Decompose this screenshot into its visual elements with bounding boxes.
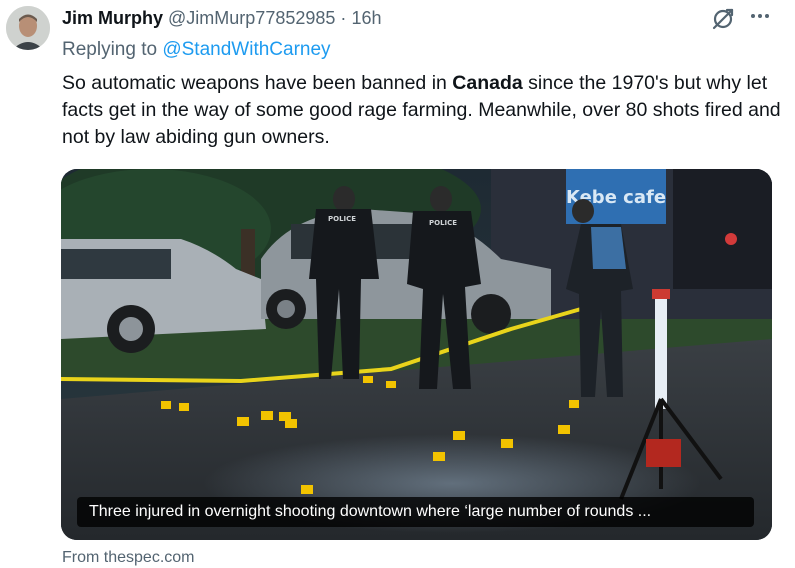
replying-to: Replying to @StandWithCarney	[62, 38, 331, 62]
avatar[interactable]	[6, 6, 50, 50]
author-name[interactable]: Jim Murphy	[62, 8, 163, 28]
svg-text:POLICE: POLICE	[328, 215, 356, 223]
reply-mention-link[interactable]: @StandWithCarney	[162, 39, 330, 60]
card-headline[interactable]: Three injured in overnight shooting down…	[77, 497, 754, 527]
tweet-bold-word: Canada	[452, 72, 523, 94]
card-source[interactable]: From thespec.com	[62, 548, 194, 568]
tweet-header: Jim Murphy @JimMurp77852985 · 16h	[62, 6, 381, 30]
author-handle[interactable]: @JimMurp77852985	[168, 8, 335, 28]
replying-to-label: Replying to	[62, 39, 158, 60]
separator-dot: ·	[340, 8, 347, 28]
link-card-image[interactable]: Kebe cafe POLICE POLICE Three injured in…	[61, 169, 772, 540]
police-vest-label: POLICE	[429, 219, 457, 227]
grok-icon[interactable]	[710, 6, 736, 32]
tweet-time[interactable]: 16h	[351, 8, 381, 28]
tweet-text-part-1: So automatic weapons have been banned in	[62, 72, 453, 94]
tweet-text: So automatic weapons have been banned in…	[62, 70, 782, 151]
more-options-icon[interactable]	[749, 4, 771, 28]
news-photo: Kebe cafe POLICE POLICE	[61, 169, 772, 540]
